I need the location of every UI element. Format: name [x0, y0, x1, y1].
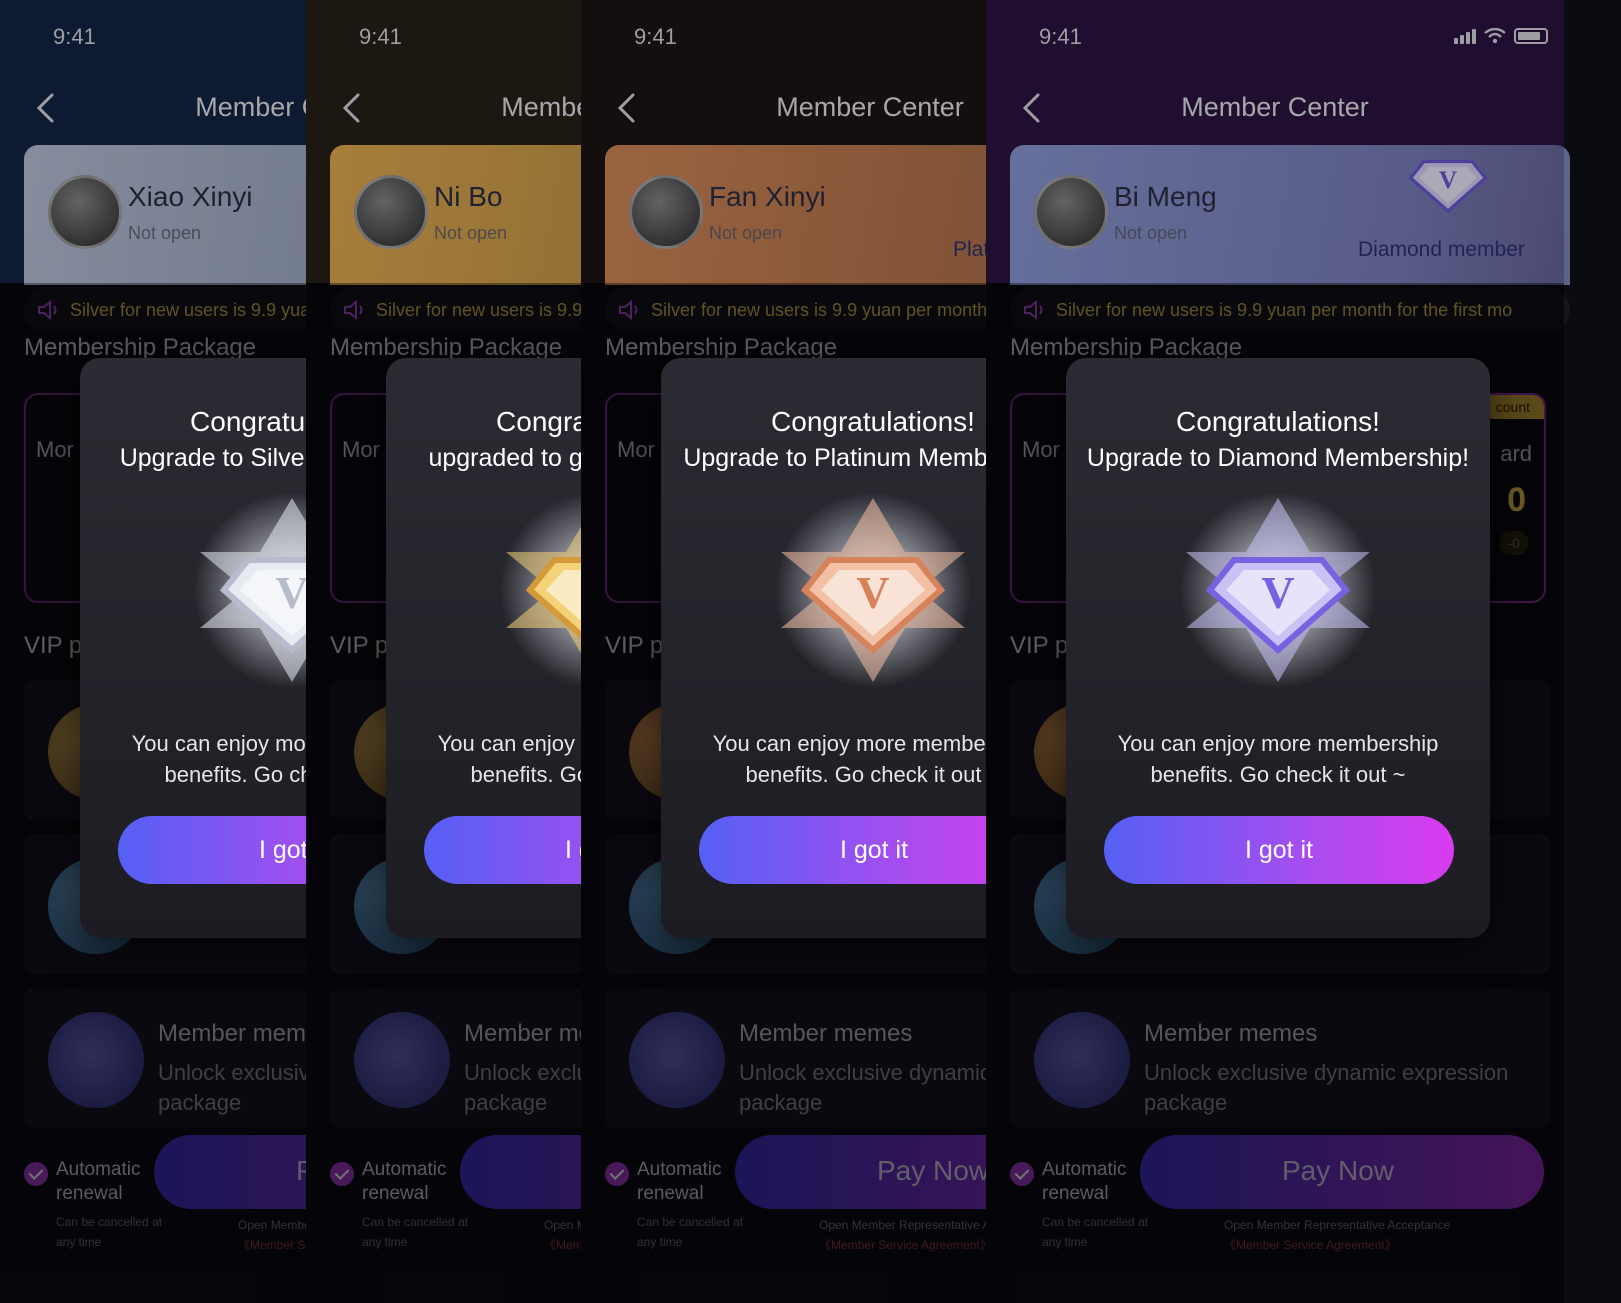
phone-screen: 9:41Member CenterNi BoNot openSilver for… [306, 0, 581, 1303]
dim-overlay-top [0, 0, 306, 283]
phone-screen: 9:41Member CenterFan XinyiNot openPlatSi… [581, 0, 986, 1303]
dim-overlay-top [581, 0, 986, 283]
dim-overlay-top [986, 0, 1564, 283]
dialog-subtitle: upgraded to gold membership! [428, 444, 581, 472]
phone-panel: 9:41Member CenterFan XinyiNot openPlatSi… [581, 0, 986, 1303]
upgrade-dialog: Congratulations! Upgrade to Silver Member… [80, 358, 306, 938]
dialog-message: You can enjoy more membership benefits. … [712, 731, 986, 787]
dialog-subtitle: Upgrade to Silver Membership! [119, 444, 306, 472]
dialog-message: You can enjoy more membership benefits. … [437, 731, 581, 787]
dim-overlay-top [306, 0, 581, 283]
dialog-subtitle: Upgrade to Diamond Membership! [1086, 444, 1470, 472]
dialog-message: You can enjoy more membership benefits. … [1117, 731, 1439, 787]
got-it-button[interactable]: I got it [1104, 816, 1454, 884]
dialog-title: Congratulations! [771, 406, 975, 437]
got-it-label: I got it [1244, 836, 1314, 864]
svg-text:V: V [1261, 567, 1294, 618]
got-it-label: I got it [839, 836, 909, 864]
got-it-label: I got it [258, 836, 306, 864]
dialog-message: You can enjoy more membership benefits. … [131, 731, 306, 787]
phone-screen: 9:41Member CenterXiao XinyiNot openSilve… [0, 0, 306, 1303]
dialog-title: Congratulations! [496, 406, 581, 437]
upgrade-dialog: Congratulations! Upgrade to Diamond Membe… [1066, 358, 1490, 938]
phone-panel: 9:41Member CenterNi BoNot openSilver for… [306, 0, 581, 1303]
phone-panel: 9:41 Member Center Bi Meng Not open Diamond … [986, 0, 1621, 1303]
got-it-label: I got it [564, 836, 581, 864]
got-it-button[interactable]: I got it [118, 816, 306, 884]
dialog-title: Congratulations! [1176, 406, 1380, 437]
upgrade-dialog: Congratulations! upgraded to gold members… [386, 358, 581, 938]
membership-badge-icon: V [1178, 490, 1378, 690]
membership-badge-icon: V [773, 490, 973, 690]
got-it-button[interactable]: I got it [424, 816, 581, 884]
phone-panel: 9:41Member CenterXiao XinyiNot openSilve… [0, 0, 306, 1303]
phone-screen: 9:41 Member Center Bi Meng Not open Diamond … [986, 0, 1570, 1303]
dialog-title: Congratulations! [190, 406, 306, 437]
svg-text:V: V [856, 567, 889, 618]
upgrade-dialog: Congratulations! Upgrade to Platinum Memb… [661, 358, 986, 938]
membership-badge-icon: V [498, 490, 581, 690]
got-it-button[interactable]: I got it [699, 816, 986, 884]
svg-text:V: V [275, 567, 306, 618]
membership-badge-icon: V [192, 490, 306, 690]
dialog-subtitle: Upgrade to Platinum Membership! [683, 444, 986, 472]
